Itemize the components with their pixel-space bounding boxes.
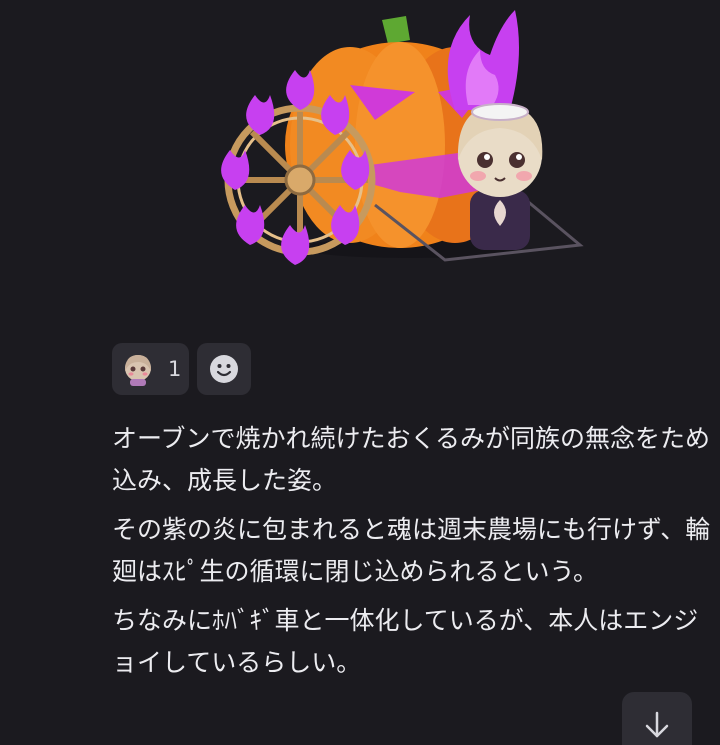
message-paragraph: オーブンで焼かれ続けたおくるみが同族の無念をため込み、成長した姿。: [112, 424, 711, 495]
reaction-bar: 1: [112, 343, 251, 395]
add-reaction-button[interactable]: [197, 343, 251, 395]
arrow-down-icon: [645, 711, 669, 738]
scroll-to-bottom-button[interactable]: [622, 692, 692, 745]
message-body: オーブンで焼かれ続けたおくるみが同族の無念をため込み、成長した姿。 その紫の炎に…: [112, 418, 712, 691]
reaction-chip-chibi[interactable]: 1: [112, 343, 189, 395]
chat-view: 1 オーブンで焼かれ続けたおくるみが同族の無念をため込み、成長した姿。 その紫の…: [0, 0, 720, 745]
message-paragraph: ちなみにﾎﾊﾞｷﾞ車と一体化しているが、本人はエンジョイしているらしい。: [112, 606, 699, 677]
smiley-icon: [210, 355, 238, 383]
chibi-girl-emoji-icon: [125, 355, 151, 386]
reaction-count: 1: [168, 357, 182, 381]
message-paragraph: その紫の炎に包まれると魂は週末農場にも行けず、輪廻はｽﾋﾟ生の循環に閉じ込められ…: [112, 515, 711, 586]
pumpkin-carriage-sticker: [221, 10, 584, 265]
